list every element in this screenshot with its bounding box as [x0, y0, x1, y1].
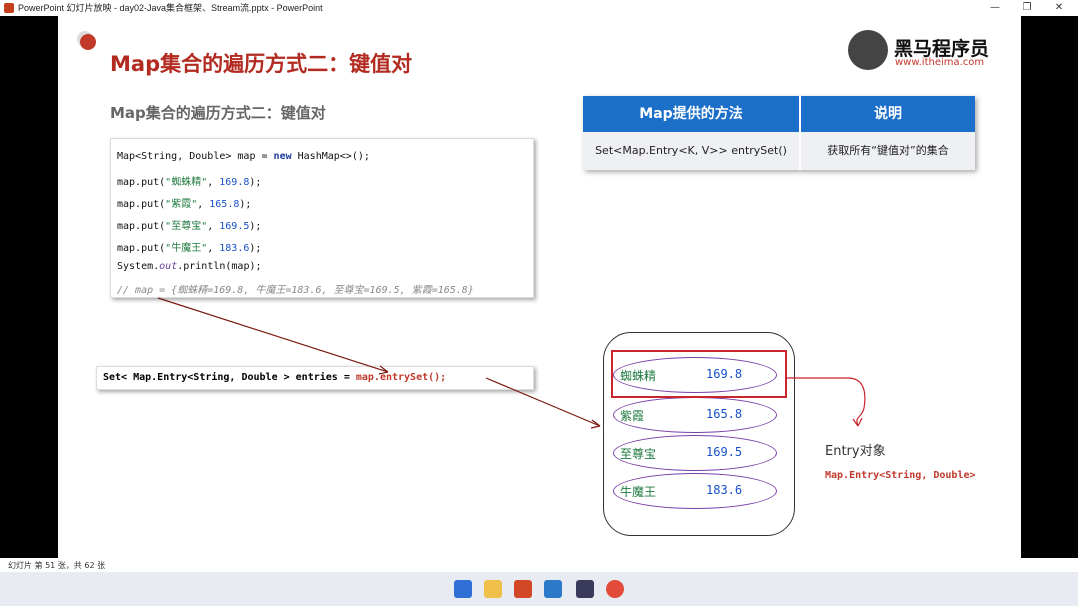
table-cell-description: 获取所有“键值对”的集合 [801, 132, 975, 170]
logo-url: www.itheima.com [895, 57, 985, 68]
entry-ellipse: 牛魔王 183.6 [613, 473, 777, 509]
entry-object-label: Entry对象 [825, 444, 886, 459]
taskbar [0, 572, 1078, 606]
slide-subtitle: Map集合的遍历方式二：键值对 [110, 104, 326, 122]
entry-type-label: Map.Entry<String, Double> [825, 470, 976, 481]
title-bullet-icon [80, 34, 96, 50]
entry-highlight-box [611, 350, 787, 398]
table-header-description: 说明 [801, 96, 975, 132]
app-icon[interactable] [544, 580, 562, 598]
close-button[interactable]: ✕ [1044, 0, 1074, 16]
table-cell-method: Set<Map.Entry<K, V>> entrySet() [583, 132, 799, 170]
entry-ellipse: 紫霞 165.8 [613, 397, 777, 433]
window-titlebar: PowerPoint 幻灯片放映 - day02-Java集合框架、Stream… [0, 0, 1078, 16]
entryset-code-line: Set< Map.Entry<String, Double > entries … [103, 372, 447, 383]
entry-key: 牛魔王 [620, 485, 657, 499]
entry-key: 紫霞 [620, 409, 645, 423]
entry-value: 183.6 [706, 483, 743, 497]
start-icon[interactable] [454, 580, 472, 598]
entry-value: 165.8 [706, 407, 743, 421]
method-table: Map提供的方法 说明 Set<Map.Entry<K, V>> entrySe… [583, 96, 975, 170]
code-line-comment: // map = {蜘蛛精=169.8, 牛魔王=183.6, 至尊宝=169.… [117, 285, 474, 296]
logo-horse-icon [848, 30, 888, 70]
powerpoint-taskbar-icon[interactable] [514, 580, 532, 598]
code-line-put: map.put("蜘蛛精", 169.8); [117, 177, 262, 188]
status-bar: 幻灯片 第 51 张，共 62 张 [0, 558, 1078, 572]
entry-ellipse: 至尊宝 169.5 [613, 435, 777, 471]
slide-canvas: Map集合的遍历方式二：键值对 Map集合的遍历方式二：键值对 黑马程序员 ww… [58, 16, 1021, 558]
entryset-code-block: Set< Map.Entry<String, Double > entries … [96, 366, 534, 390]
code-line-1: Map<String, Double> map = new HashMap<>(… [117, 151, 370, 162]
window-title: PowerPoint 幻灯片放映 - day02-Java集合框架、Stream… [18, 3, 323, 13]
entry-value: 169.5 [706, 445, 743, 459]
entry-key: 至尊宝 [620, 447, 657, 461]
idea-icon[interactable] [576, 580, 594, 598]
table-header-method: Map提供的方法 [583, 96, 799, 132]
restore-button[interactable]: ❐ [1012, 0, 1042, 16]
file-explorer-icon[interactable] [484, 580, 502, 598]
powerpoint-icon [4, 3, 14, 13]
slide-title: Map集合的遍历方式二：键值对 [110, 52, 413, 76]
code-line-put: map.put("至尊宝", 169.5); [117, 221, 262, 232]
code-block: Map<String, Double> map = new HashMap<>(… [110, 138, 534, 298]
code-line-print: System.out.println(map); [117, 261, 262, 272]
code-line-put: map.put("紫霞", 165.8); [117, 199, 252, 210]
chrome-icon[interactable] [606, 580, 624, 598]
code-line-put: map.put("牛魔王", 183.6); [117, 243, 262, 254]
slide-counter: 幻灯片 第 51 张，共 62 张 [8, 561, 106, 570]
minimize-button[interactable]: — [980, 0, 1010, 16]
